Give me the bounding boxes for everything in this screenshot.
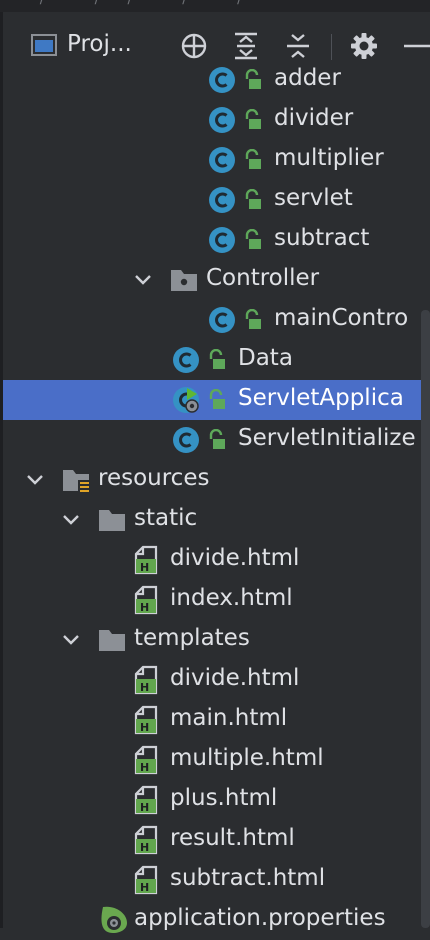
title-strip: · · / · · · · / · · / · · · · / · · · · … xyxy=(0,0,430,12)
project-window-icon[interactable] xyxy=(31,34,57,56)
resources-folder-icon xyxy=(61,466,91,494)
tree-node-label: adder xyxy=(274,65,341,91)
class-icon xyxy=(207,186,237,214)
tree-node-html[interactable]: Hplus.html xyxy=(3,780,430,820)
unlock-icon xyxy=(207,348,227,371)
tree-node-label: index.html xyxy=(170,585,293,611)
tree-node-label: ServletApplica xyxy=(238,385,404,411)
svg-text:H: H xyxy=(140,721,149,734)
class-icon xyxy=(207,146,237,174)
tree-node-class[interactable]: subtract xyxy=(3,220,430,260)
tree-node-label: Data xyxy=(238,345,293,371)
tree-node-label: static xyxy=(134,505,198,531)
collapse-all-icon[interactable] xyxy=(283,32,313,60)
html-icon: H xyxy=(134,785,164,815)
unlock-icon xyxy=(243,308,263,331)
tree-node-label: divider xyxy=(274,105,354,131)
tree-node-class[interactable]: adder xyxy=(3,60,430,100)
unlock-icon xyxy=(243,108,263,131)
unlock-icon xyxy=(243,68,263,91)
html-icon: H xyxy=(134,745,164,775)
html-icon: H xyxy=(134,825,164,855)
tree-node-label: mainContro xyxy=(274,305,409,331)
breadcrumb: · · / · · · · / · · / · · · · / · · · · … xyxy=(18,0,265,7)
unlock-icon xyxy=(207,428,227,451)
tree-node-label: subtract xyxy=(274,225,370,251)
folder-icon xyxy=(97,506,127,534)
tree-node-class[interactable]: mainContro xyxy=(3,300,430,340)
tree-node-html[interactable]: Hmultiple.html xyxy=(3,740,430,780)
tree-node-label: divide.html xyxy=(170,545,300,571)
tree-node-properties[interactable]: application.properties xyxy=(3,900,430,940)
folder-icon xyxy=(97,626,127,654)
tree-node-resources-folder[interactable]: resources xyxy=(3,460,430,500)
tree-node-label: multiplier xyxy=(274,145,384,171)
tree-node-class[interactable]: servlet xyxy=(3,180,430,220)
vertical-scrollbar[interactable] xyxy=(421,310,430,928)
tree-node-folder[interactable]: static xyxy=(3,500,430,540)
properties-icon xyxy=(97,905,127,933)
tree-node-label: divide.html xyxy=(170,665,300,691)
tree-node-class[interactable]: ServletInitialize xyxy=(3,420,430,460)
tree-node-class[interactable]: Data xyxy=(3,340,430,380)
tree-node-label: templates xyxy=(134,625,250,651)
tree-node-label: application.properties xyxy=(134,905,386,931)
unlock-icon xyxy=(243,228,263,251)
unlock-icon xyxy=(207,388,227,411)
project-view-title[interactable]: Proj... xyxy=(67,31,132,57)
tree-node-label: Controller xyxy=(206,265,320,291)
tree-node-label: subtract.html xyxy=(170,865,326,891)
spring-class-icon xyxy=(171,386,201,414)
class-icon xyxy=(207,66,237,94)
html-icon: H xyxy=(134,665,164,695)
tree-node-label: servlet xyxy=(274,185,353,211)
tree-node-html[interactable]: Hindex.html xyxy=(3,580,430,620)
tree-node-html[interactable]: Hdivide.html xyxy=(3,660,430,700)
chevron-down-icon[interactable] xyxy=(25,470,45,490)
chevron-down-icon[interactable] xyxy=(133,270,153,290)
tree-node-label: resources xyxy=(98,465,210,491)
unlock-icon xyxy=(243,188,263,211)
svg-text:H: H xyxy=(140,561,149,574)
hide-icon[interactable] xyxy=(401,32,430,60)
tree-node-label: multiple.html xyxy=(170,745,324,771)
html-icon: H xyxy=(134,705,164,735)
tree-node-label: result.html xyxy=(170,825,295,851)
svg-text:H: H xyxy=(140,601,149,614)
tree-node-class[interactable]: multiplier xyxy=(3,140,430,180)
tree-node-html[interactable]: Hsubtract.html xyxy=(3,860,430,900)
tree-node-html[interactable]: Hmain.html xyxy=(3,700,430,740)
class-icon xyxy=(171,426,201,454)
svg-text:H: H xyxy=(140,881,149,894)
tree-node-spring-class[interactable]: ServletApplica xyxy=(3,380,430,420)
header-separator xyxy=(331,34,332,60)
tree-node-label: plus.html xyxy=(170,785,278,811)
tree-node-folder[interactable]: templates xyxy=(3,620,430,660)
html-icon: H xyxy=(134,585,164,615)
package-icon xyxy=(169,266,199,294)
expand-all-icon[interactable] xyxy=(231,32,261,60)
tree-node-html[interactable]: Hdivide.html xyxy=(3,540,430,580)
html-icon: H xyxy=(134,545,164,575)
chevron-down-icon[interactable] xyxy=(61,510,81,530)
locate-icon[interactable] xyxy=(179,32,209,60)
unlock-icon xyxy=(243,148,263,171)
class-icon xyxy=(207,226,237,254)
tree-node-label: main.html xyxy=(170,705,288,731)
svg-text:H: H xyxy=(140,761,149,774)
html-icon: H xyxy=(134,865,164,895)
tree-node-class[interactable]: divider xyxy=(3,100,430,140)
tree-node-package[interactable]: Controller xyxy=(3,260,430,300)
chevron-down-icon[interactable] xyxy=(61,630,81,650)
svg-text:H: H xyxy=(140,841,149,854)
class-icon xyxy=(207,106,237,134)
class-icon xyxy=(207,306,237,334)
svg-text:H: H xyxy=(140,681,149,694)
class-icon xyxy=(171,346,201,374)
gear-icon[interactable] xyxy=(349,32,379,60)
tree-node-html[interactable]: Hresult.html xyxy=(3,820,430,860)
tree-node-label: ServletInitialize xyxy=(238,425,416,451)
svg-text:H: H xyxy=(140,801,149,814)
